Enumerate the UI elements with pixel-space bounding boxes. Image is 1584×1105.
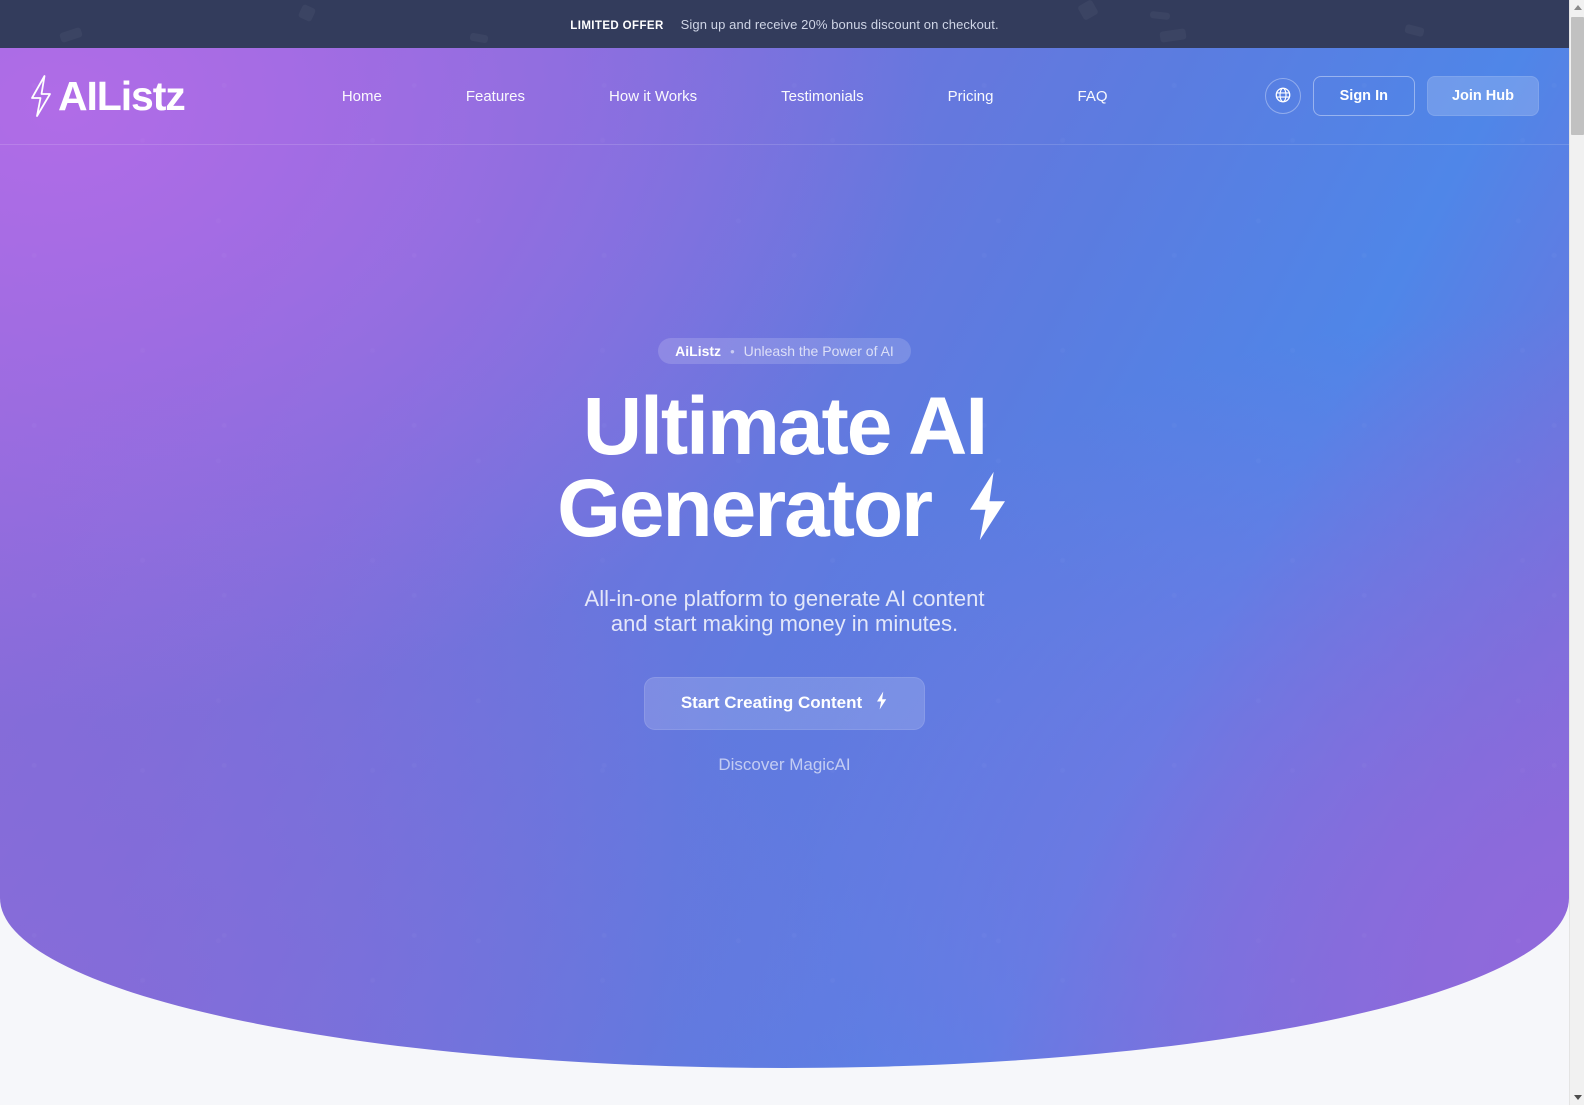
hero-badge: AiListz • Unleash the Power of AI [658,338,911,364]
page-scrollbar[interactable] [1569,0,1584,1105]
lightning-bolt-outline-icon [26,74,56,118]
page-root: LIMITED OFFER Sign up and receive 20% bo… [0,0,1584,1105]
start-creating-content-button[interactable]: Start Creating Content [643,676,926,730]
hero-badge-brand: AiListz [675,343,722,359]
cta-label: Start Creating Content [680,693,863,713]
language-switcher-button[interactable] [1264,78,1301,114]
nav-item-how-it-works[interactable]: How it Works [567,80,739,113]
lightning-bolt-filled-icon [875,691,888,715]
main-navbar: AIListz Home Features How it Works Testi… [0,48,1569,145]
brand-logo[interactable]: AIListz [26,72,186,119]
hero-subtitle: All-in-one platform to generate AI conte… [0,586,1569,637]
announcement-bar: LIMITED OFFER Sign up and receive 20% bo… [0,0,1569,48]
nav-item-pricing[interactable]: Pricing [906,80,1036,113]
hero-subtitle-line-2: and start making money in minutes. [610,611,959,637]
scrollbar-thumb[interactable] [1571,17,1584,135]
scroll-down-arrow-icon[interactable] [1570,1090,1584,1105]
globe-icon [1274,86,1292,107]
scrollable-page: LIMITED OFFER Sign up and receive 20% bo… [0,0,1569,1105]
hero-content: AiListz • Unleash the Power of AI Ultima… [0,145,1569,775]
hero-title-line-1: Ultimate AI [582,381,988,472]
lightning-bolt-filled-icon [962,470,1012,556]
brand-name: AIListz [58,72,186,119]
hero-title-line-2: Generator [557,463,933,554]
join-hub-button[interactable]: Join Hub [1426,76,1539,116]
nav-item-faq[interactable]: FAQ [1036,80,1150,113]
hero-badge-separator: • [730,343,735,359]
discover-magicai-link[interactable]: Discover MagicAI [0,755,1569,775]
scroll-up-arrow-icon[interactable] [1570,0,1584,15]
announcement-tag: LIMITED OFFER [570,19,664,32]
nav-item-home[interactable]: Home [300,80,424,113]
primary-nav: Home Features How it Works Testimonials … [185,80,1265,113]
hero-title: Ultimate AI Generator [0,386,1569,556]
hero-title-line-2-wrap: Generator [0,468,1569,556]
nav-item-testimonials[interactable]: Testimonials [739,80,906,113]
hero-section: AIListz Home Features How it Works Testi… [0,48,1569,1105]
hero-badge-text: Unleash the Power of AI [743,343,894,359]
navbar-actions: Sign In Join Hub [1264,76,1539,116]
sign-in-button[interactable]: Sign In [1312,76,1415,116]
announcement-message: Sign up and receive 20% bonus discount o… [680,16,999,32]
nav-item-features[interactable]: Features [424,80,567,113]
hero-subtitle-line-1: All-in-one platform to generate AI conte… [584,586,985,611]
